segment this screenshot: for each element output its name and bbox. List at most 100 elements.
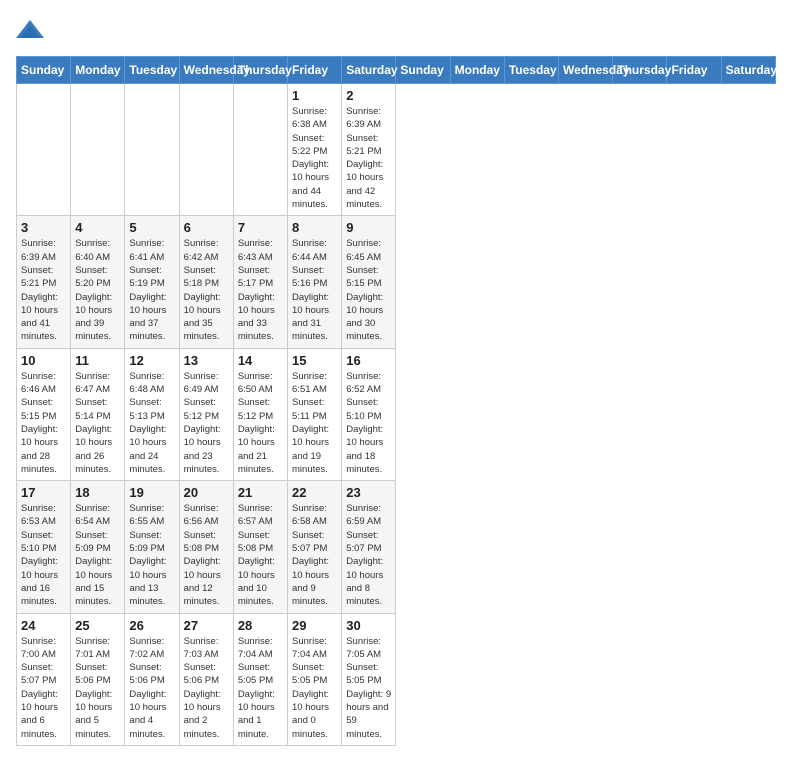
- cell-info: Sunrise: 6:55 AM Sunset: 5:09 PM Dayligh…: [129, 502, 174, 608]
- day-number: 15: [292, 353, 337, 368]
- day-number: 21: [238, 485, 283, 500]
- calendar-cell: 3Sunrise: 6:39 AM Sunset: 5:21 PM Daylig…: [17, 216, 71, 348]
- calendar-cell: 20 Sunrise: 6:56 AM Sunset: 5:08 PM Dayli…: [179, 481, 233, 613]
- day-number: 12: [129, 353, 174, 368]
- day-of-week-header: Monday: [71, 57, 125, 84]
- calendar-cell: 29Sunrise: 7:04 AM Sunset: 5:05 PM Dayli…: [288, 613, 342, 745]
- cell-info: Sunrise: 7:04 AM Sunset: 5:05 PM Dayligh…: [292, 635, 337, 741]
- calendar-cell: [125, 84, 179, 216]
- cell-info: Sunrise: 6:44 AM Sunset: 5:16 PM Dayligh…: [292, 237, 337, 343]
- calendar-cell: 15 Sunrise: 6:51 AM Sunset: 5:11 PM Dayli…: [288, 348, 342, 480]
- calendar-cell: 23Sunrise: 6:59 AM Sunset: 5:07 PM Dayli…: [342, 481, 396, 613]
- day-number: 6: [184, 220, 229, 235]
- calendar-cell: 30 Sunrise: 7:05 AM Sunset: 5:05 PM Dayli…: [342, 613, 396, 745]
- cell-info: Sunrise: 6:43 AM Sunset: 5:17 PM Dayligh…: [238, 237, 283, 343]
- day-of-week-header: Tuesday: [125, 57, 179, 84]
- calendar-cell: 1 Sunrise: 6:38 AM Sunset: 5:22 PM Daylig…: [288, 84, 342, 216]
- cell-info: Sunrise: 6:53 AM Sunset: 5:10 PM Dayligh…: [21, 502, 66, 608]
- day-number: 22: [292, 485, 337, 500]
- cell-info: Sunrise: 7:04 AM Sunset: 5:05 PM Dayligh…: [238, 635, 283, 741]
- logo: [16, 16, 48, 44]
- cell-info: Sunrise: 7:00 AM Sunset: 5:07 PM Dayligh…: [21, 635, 66, 741]
- day-of-week-header: Tuesday: [504, 57, 558, 84]
- calendar-cell: 12 Sunrise: 6:48 AM Sunset: 5:13 PM Dayli…: [125, 348, 179, 480]
- day-number: 20: [184, 485, 229, 500]
- day-number: 9: [346, 220, 391, 235]
- calendar-cell: 22 Sunrise: 6:58 AM Sunset: 5:07 PM Dayli…: [288, 481, 342, 613]
- day-number: 23: [346, 485, 391, 500]
- day-number: 16: [346, 353, 391, 368]
- day-number: 4: [75, 220, 120, 235]
- calendar-cell: [71, 84, 125, 216]
- day-number: 14: [238, 353, 283, 368]
- calendar-table: SundayMondayTuesdayWednesdayThursdayFrid…: [16, 56, 776, 746]
- calendar-cell: 5Sunrise: 6:41 AM Sunset: 5:19 PM Daylig…: [125, 216, 179, 348]
- calendar-cell: 24 Sunrise: 7:00 AM Sunset: 5:07 PM Dayli…: [17, 613, 71, 745]
- calendar-cell: [233, 84, 287, 216]
- day-number: 28: [238, 618, 283, 633]
- cell-info: Sunrise: 6:48 AM Sunset: 5:13 PM Dayligh…: [129, 370, 174, 476]
- cell-info: Sunrise: 6:56 AM Sunset: 5:08 PM Dayligh…: [184, 502, 229, 608]
- day-of-week-header: Thursday: [233, 57, 287, 84]
- cell-info: Sunrise: 6:38 AM Sunset: 5:22 PM Dayligh…: [292, 105, 337, 211]
- day-number: 26: [129, 618, 174, 633]
- day-of-week-header: Saturday: [721, 57, 775, 84]
- cell-info: Sunrise: 6:57 AM Sunset: 5:08 PM Dayligh…: [238, 502, 283, 608]
- calendar-cell: 21 Sunrise: 6:57 AM Sunset: 5:08 PM Dayli…: [233, 481, 287, 613]
- calendar-cell: 17 Sunrise: 6:53 AM Sunset: 5:10 PM Dayli…: [17, 481, 71, 613]
- day-number: 25: [75, 618, 120, 633]
- cell-info: Sunrise: 6:49 AM Sunset: 5:12 PM Dayligh…: [184, 370, 229, 476]
- calendar-cell: 25Sunrise: 7:01 AM Sunset: 5:06 PM Dayli…: [71, 613, 125, 745]
- cell-info: Sunrise: 6:40 AM Sunset: 5:20 PM Dayligh…: [75, 237, 120, 343]
- calendar-cell: 9 Sunrise: 6:45 AM Sunset: 5:15 PM Daylig…: [342, 216, 396, 348]
- cell-info: Sunrise: 6:54 AM Sunset: 5:09 PM Dayligh…: [75, 502, 120, 608]
- calendar-cell: 4 Sunrise: 6:40 AM Sunset: 5:20 PM Daylig…: [71, 216, 125, 348]
- day-number: 24: [21, 618, 66, 633]
- day-of-week-header: Wednesday: [179, 57, 233, 84]
- cell-info: Sunrise: 6:47 AM Sunset: 5:14 PM Dayligh…: [75, 370, 120, 476]
- day-of-week-header: Sunday: [396, 57, 450, 84]
- calendar-week-row: 1 Sunrise: 6:38 AM Sunset: 5:22 PM Daylig…: [17, 84, 776, 216]
- page-header: [16, 16, 776, 44]
- calendar-cell: 6 Sunrise: 6:42 AM Sunset: 5:18 PM Daylig…: [179, 216, 233, 348]
- calendar-cell: [179, 84, 233, 216]
- cell-info: Sunrise: 6:42 AM Sunset: 5:18 PM Dayligh…: [184, 237, 229, 343]
- cell-info: Sunrise: 6:46 AM Sunset: 5:15 PM Dayligh…: [21, 370, 66, 476]
- cell-info: Sunrise: 6:39 AM Sunset: 5:21 PM Dayligh…: [346, 105, 391, 211]
- day-number: 30: [346, 618, 391, 633]
- calendar-cell: 8Sunrise: 6:44 AM Sunset: 5:16 PM Daylig…: [288, 216, 342, 348]
- calendar-header-row: SundayMondayTuesdayWednesdayThursdayFrid…: [17, 57, 776, 84]
- logo-icon: [16, 16, 44, 44]
- day-of-week-header: Friday: [667, 57, 721, 84]
- cell-info: Sunrise: 7:05 AM Sunset: 5:05 PM Dayligh…: [346, 635, 391, 741]
- calendar-week-row: 24 Sunrise: 7:00 AM Sunset: 5:07 PM Dayli…: [17, 613, 776, 745]
- calendar-cell: 7 Sunrise: 6:43 AM Sunset: 5:17 PM Daylig…: [233, 216, 287, 348]
- day-number: 10: [21, 353, 66, 368]
- calendar-cell: 28 Sunrise: 7:04 AM Sunset: 5:05 PM Dayli…: [233, 613, 287, 745]
- calendar-cell: 2 Sunrise: 6:39 AM Sunset: 5:21 PM Daylig…: [342, 84, 396, 216]
- day-of-week-header: Wednesday: [559, 57, 613, 84]
- day-number: 1: [292, 88, 337, 103]
- day-of-week-header: Friday: [288, 57, 342, 84]
- calendar-week-row: 17 Sunrise: 6:53 AM Sunset: 5:10 PM Dayli…: [17, 481, 776, 613]
- day-number: 27: [184, 618, 229, 633]
- cell-info: Sunrise: 6:50 AM Sunset: 5:12 PM Dayligh…: [238, 370, 283, 476]
- day-number: 5: [129, 220, 174, 235]
- day-of-week-header: Saturday: [342, 57, 396, 84]
- day-number: 13: [184, 353, 229, 368]
- day-of-week-header: Thursday: [613, 57, 667, 84]
- day-number: 11: [75, 353, 120, 368]
- cell-info: Sunrise: 6:51 AM Sunset: 5:11 PM Dayligh…: [292, 370, 337, 476]
- calendar-cell: 26Sunrise: 7:02 AM Sunset: 5:06 PM Dayli…: [125, 613, 179, 745]
- day-number: 2: [346, 88, 391, 103]
- calendar-cell: 18Sunrise: 6:54 AM Sunset: 5:09 PM Dayli…: [71, 481, 125, 613]
- day-number: 19: [129, 485, 174, 500]
- day-number: 7: [238, 220, 283, 235]
- day-number: 3: [21, 220, 66, 235]
- calendar-cell: 11 Sunrise: 6:47 AM Sunset: 5:14 PM Dayli…: [71, 348, 125, 480]
- cell-info: Sunrise: 6:45 AM Sunset: 5:15 PM Dayligh…: [346, 237, 391, 343]
- cell-info: Sunrise: 6:58 AM Sunset: 5:07 PM Dayligh…: [292, 502, 337, 608]
- calendar-week-row: 10 Sunrise: 6:46 AM Sunset: 5:15 PM Dayli…: [17, 348, 776, 480]
- day-number: 17: [21, 485, 66, 500]
- calendar-cell: [17, 84, 71, 216]
